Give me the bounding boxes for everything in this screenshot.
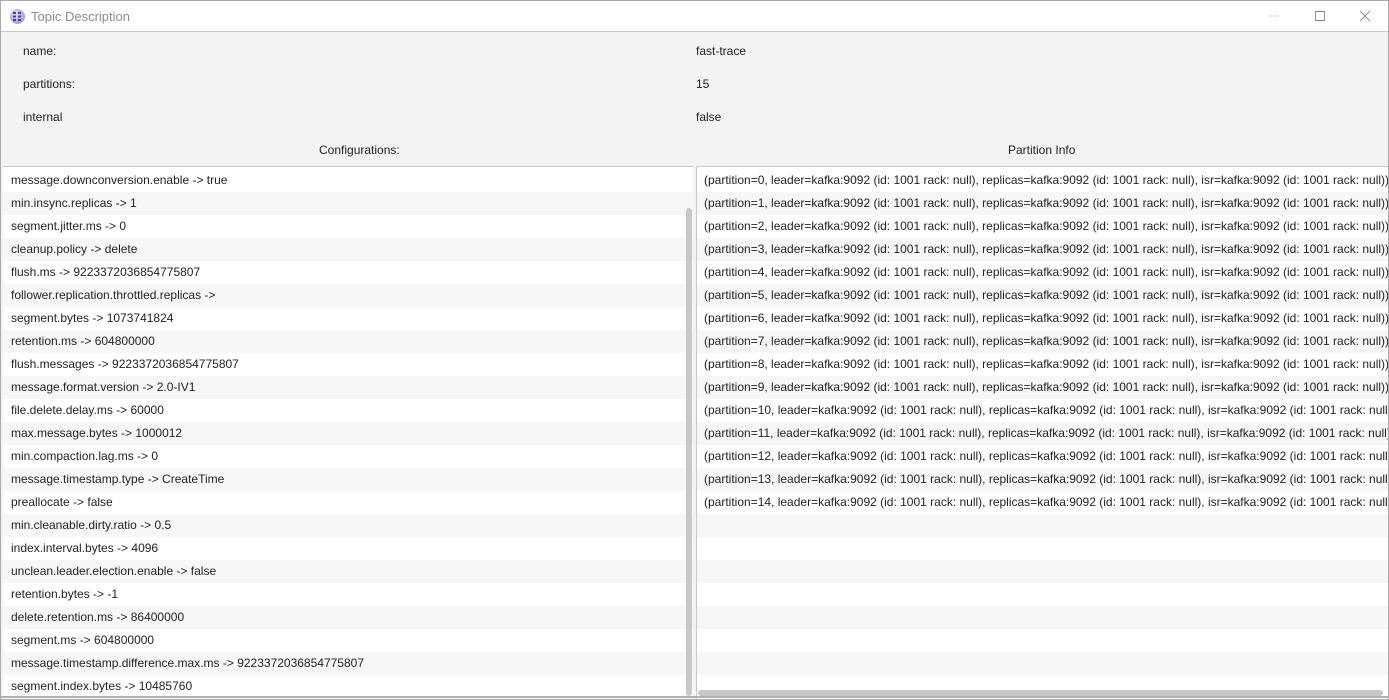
partition-list-item[interactable]: (partition=13, leader=kafka:9092 (id: 10…	[697, 468, 1388, 491]
config-list-item[interactable]: follower.replication.throttled.replicas …	[3, 284, 693, 307]
config-list-item[interactable]: message.format.version -> 2.0-IV1	[3, 376, 693, 399]
partitions-label: partitions:	[23, 77, 76, 91]
config-list-item[interactable]: min.cleanable.dirty.ratio -> 0.5	[3, 514, 693, 537]
partition-list-item[interactable]: (partition=9, leader=kafka:9092 (id: 100…	[697, 376, 1388, 399]
config-list-item[interactable]: flush.messages -> 9223372036854775807	[3, 353, 693, 376]
partition-list-item[interactable]: (partition=0, leader=kafka:9092 (id: 100…	[697, 169, 1388, 192]
window-title: Topic Description	[31, 9, 130, 24]
config-list-item[interactable]: max.message.bytes -> 1000012	[3, 422, 693, 445]
configurations-header: Configurations:	[319, 143, 400, 157]
partition-list-item[interactable]: (partition=5, leader=kafka:9092 (id: 100…	[697, 284, 1388, 307]
partition-list-item[interactable]: (partition=8, leader=kafka:9092 (id: 100…	[697, 353, 1388, 376]
empty-list-row	[697, 652, 1388, 675]
empty-list-row	[697, 514, 1388, 537]
partitions-value: 15	[696, 77, 710, 91]
partition-list-item[interactable]: (partition=12, leader=kafka:9092 (id: 10…	[697, 445, 1388, 468]
empty-list-row	[697, 583, 1388, 606]
config-list-item[interactable]: retention.ms -> 604800000	[3, 330, 693, 353]
config-list-item[interactable]: segment.ms -> 604800000	[3, 629, 693, 652]
config-list-item[interactable]: index.interval.bytes -> 4096	[3, 537, 693, 560]
config-list-item[interactable]: delete.retention.ms -> 86400000	[3, 606, 693, 629]
config-list-item[interactable]: message.downconversion.enable -> true	[3, 169, 693, 192]
partition-list-item[interactable]: (partition=2, leader=kafka:9092 (id: 100…	[697, 215, 1388, 238]
configurations-scrollbar[interactable]	[686, 208, 692, 696]
partition-list-item[interactable]: (partition=7, leader=kafka:9092 (id: 100…	[697, 330, 1388, 353]
partition-list-item[interactable]: (partition=11, leader=kafka:9092 (id: 10…	[697, 422, 1388, 445]
config-list-item[interactable]: min.compaction.lag.ms -> 0	[3, 445, 693, 468]
app-icon	[10, 9, 25, 24]
config-list-item[interactable]: retention.bytes -> -1	[3, 583, 693, 606]
partition-list-item[interactable]: (partition=14, leader=kafka:9092 (id: 10…	[697, 491, 1388, 514]
partition-list-item[interactable]: (partition=10, leader=kafka:9092 (id: 10…	[697, 399, 1388, 422]
config-list-item[interactable]: file.delete.delay.ms -> 60000	[3, 399, 693, 422]
title-bar[interactable]: Topic Description	[1, 1, 1388, 32]
partition-list-item[interactable]: (partition=1, leader=kafka:9092 (id: 100…	[697, 192, 1388, 215]
maximize-icon	[1315, 11, 1325, 21]
partition-list-item[interactable]: (partition=6, leader=kafka:9092 (id: 100…	[697, 307, 1388, 330]
config-list-item[interactable]: message.timestamp.difference.max.ms -> 9…	[3, 652, 693, 675]
empty-list-row	[697, 629, 1388, 652]
config-list-item[interactable]: preallocate -> false	[3, 491, 693, 514]
partition-list-item[interactable]: (partition=4, leader=kafka:9092 (id: 100…	[697, 261, 1388, 284]
close-icon	[1359, 10, 1371, 22]
empty-list-row	[697, 606, 1388, 629]
configurations-list[interactable]: message.downconversion.enable -> true min…	[3, 166, 693, 699]
config-list-item[interactable]: segment.bytes -> 1073741824	[3, 307, 693, 330]
window-bottom-border	[0, 696, 1389, 698]
name-value: fast-trace	[696, 44, 747, 58]
close-button[interactable]	[1342, 1, 1388, 31]
config-list-item[interactable]: segment.index.bytes -> 10485760	[3, 675, 693, 698]
config-list-item[interactable]: message.timestamp.type -> CreateTime	[3, 468, 693, 491]
internal-value: false	[696, 110, 722, 124]
partition-info-list[interactable]: (partition=0, leader=kafka:9092 (id: 100…	[696, 166, 1388, 699]
config-list-item[interactable]: unclean.leader.election.enable -> false	[3, 560, 693, 583]
topic-description-window: Topic Description name: fast-trace parti…	[0, 0, 1389, 700]
empty-list-row	[697, 537, 1388, 560]
empty-list-row	[697, 560, 1388, 583]
maximize-button[interactable]	[1297, 1, 1343, 31]
config-list-item[interactable]: segment.jitter.ms -> 0	[3, 215, 693, 238]
minimize-icon	[1269, 15, 1279, 17]
minimize-button[interactable]	[1251, 1, 1297, 31]
config-list-item[interactable]: min.insync.replicas -> 1	[3, 192, 693, 215]
internal-label: internal	[23, 110, 63, 124]
config-list-item[interactable]: flush.ms -> 9223372036854775807	[3, 261, 693, 284]
partition-list-item[interactable]: (partition=3, leader=kafka:9092 (id: 100…	[697, 238, 1388, 261]
partition-info-header: Partition Info	[1008, 143, 1076, 157]
config-list-item[interactable]: cleanup.policy -> delete	[3, 238, 693, 261]
name-label: name:	[23, 44, 57, 58]
